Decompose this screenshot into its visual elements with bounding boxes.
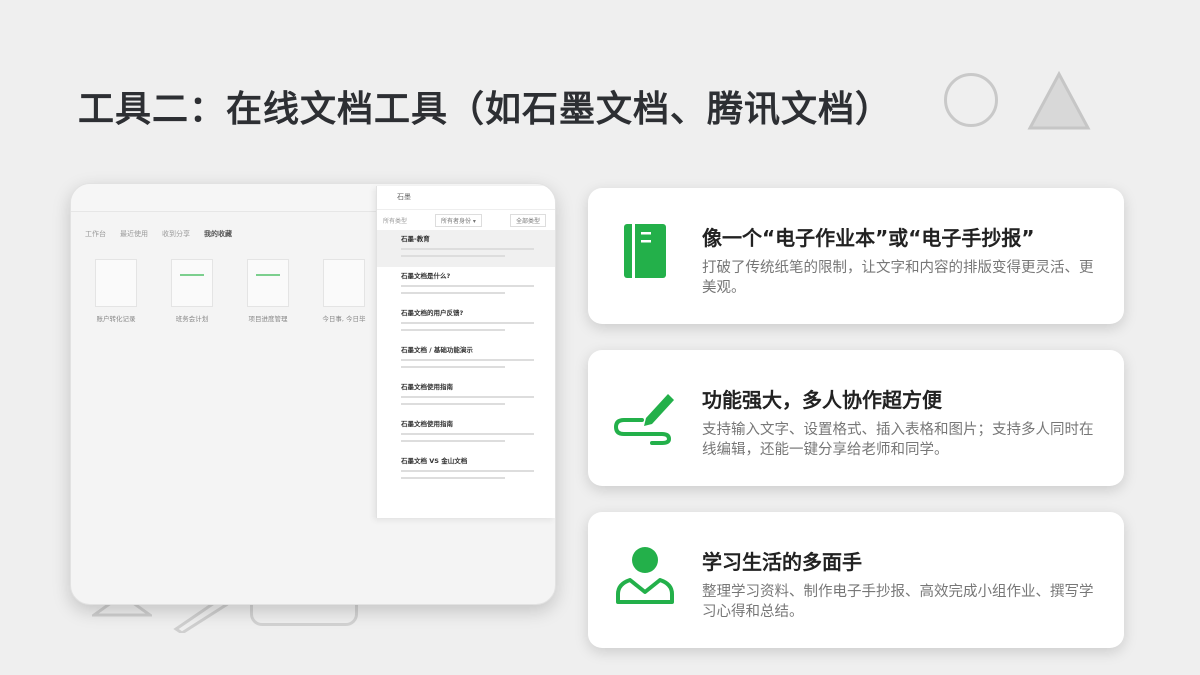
- filter-type[interactable]: 全部类型: [509, 213, 546, 227]
- feature-card-versatile: 学习生活的多面手 整理学习资料、制作电子手抄报、高效完成小组作业、撰写学习心得和…: [588, 512, 1124, 648]
- card-description: 支持输入文字、设置格式、插入表格和图片；支持多人同时在线编辑，还能一键分享给老师…: [702, 422, 1094, 458]
- doc-item[interactable]: 班务会计划: [163, 259, 221, 323]
- card-description: 打破了传统纸笔的限制，让文字和内容的排版变得更灵活、更美观。: [702, 260, 1094, 296]
- doc-item[interactable]: 账户转化记录: [87, 259, 145, 323]
- doc-tabs: 工作台 最近使用 收到分享 我的收藏: [85, 229, 232, 239]
- feature-card-collaboration: 功能强大，多人协作超方便 支持输入文字、设置格式、插入表格和图片；支持多人同时在…: [588, 350, 1124, 486]
- card-description: 整理学习资料、制作电子手抄报、高效完成小组作业、撰写学习心得和总结。: [702, 584, 1094, 620]
- doc-thumbnail: [171, 259, 213, 307]
- search-result[interactable]: 石墨文档 / 基础功能演示: [377, 341, 555, 378]
- triangle-decoration: [1027, 70, 1091, 130]
- online-doc-screenshot: 工作台 最近使用 收到分享 我的收藏 账户转化记录 班务会计划 项目进度管理 今…: [70, 183, 556, 605]
- search-result[interactable]: 石墨文档使用指南: [377, 378, 555, 415]
- card-title: 功能强大，多人协作超方便: [702, 388, 942, 412]
- search-result[interactable]: 石墨-教育: [377, 230, 555, 267]
- pen-icon: [613, 394, 674, 445]
- search-result[interactable]: 石墨文档是什么?: [377, 267, 555, 304]
- person-icon: [616, 547, 674, 604]
- doc-label: 班务会计划: [175, 315, 209, 323]
- doc-label: 今日事, 今日毕: [322, 315, 366, 323]
- result-title: 石墨文档 VS 金山文档: [401, 457, 468, 465]
- doc-item[interactable]: 今日事, 今日毕: [315, 259, 373, 323]
- card-title: 学习生活的多面手: [702, 550, 862, 574]
- tab-recent[interactable]: 最近使用: [120, 229, 148, 239]
- result-title: 石墨-教育: [401, 235, 430, 243]
- doc-label: 项目进度管理: [248, 315, 288, 323]
- doc-thumbnail: [323, 259, 365, 307]
- doc-thumbnail: [95, 259, 137, 307]
- filter-all[interactable]: 所有类型: [383, 216, 407, 225]
- result-title: 石墨文档的用户反馈?: [401, 309, 464, 317]
- result-title: 石墨文档是什么?: [401, 272, 451, 280]
- search-result[interactable]: 石墨文档使用指南: [377, 415, 555, 452]
- result-title: 石墨文档使用指南: [401, 383, 453, 391]
- result-title: 石墨文档使用指南: [401, 420, 453, 428]
- search-input[interactable]: 石墨: [377, 186, 555, 210]
- slide-title: 工具二：在线文档工具（如石墨文档、腾讯文档）: [78, 88, 893, 130]
- doc-grid: 账户转化记录 班务会计划 项目进度管理 今日事, 今日毕: [87, 259, 373, 323]
- tab-shared[interactable]: 收到分享: [162, 229, 190, 239]
- search-filters: 所有类型 所有者身份 ▾ 全部类型: [377, 210, 555, 230]
- notebook-icon: [624, 224, 666, 278]
- result-title: 石墨文档 / 基础功能演示: [401, 346, 473, 354]
- card-title: 像一个“电子作业本”或“电子手抄报”: [702, 226, 1035, 250]
- tab-workspace[interactable]: 工作台: [85, 229, 106, 239]
- search-result[interactable]: 石墨文档 VS 金山文档: [377, 452, 555, 489]
- feature-card-notebook: 像一个“电子作业本”或“电子手抄报” 打破了传统纸笔的限制，让文字和内容的排版变…: [588, 188, 1124, 324]
- filter-owner[interactable]: 所有者身份 ▾: [435, 213, 482, 227]
- doc-item[interactable]: 项目进度管理: [239, 259, 297, 323]
- doc-label: 账户转化记录: [96, 315, 136, 323]
- tab-favorites[interactable]: 我的收藏: [204, 229, 232, 239]
- circle-decoration: [944, 73, 998, 127]
- doc-thumbnail: [247, 259, 289, 307]
- search-panel: 石墨 所有类型 所有者身份 ▾ 全部类型 石墨-教育 石墨文档是什么? 石墨文档…: [376, 186, 555, 518]
- search-result[interactable]: 石墨文档的用户反馈?: [377, 304, 555, 341]
